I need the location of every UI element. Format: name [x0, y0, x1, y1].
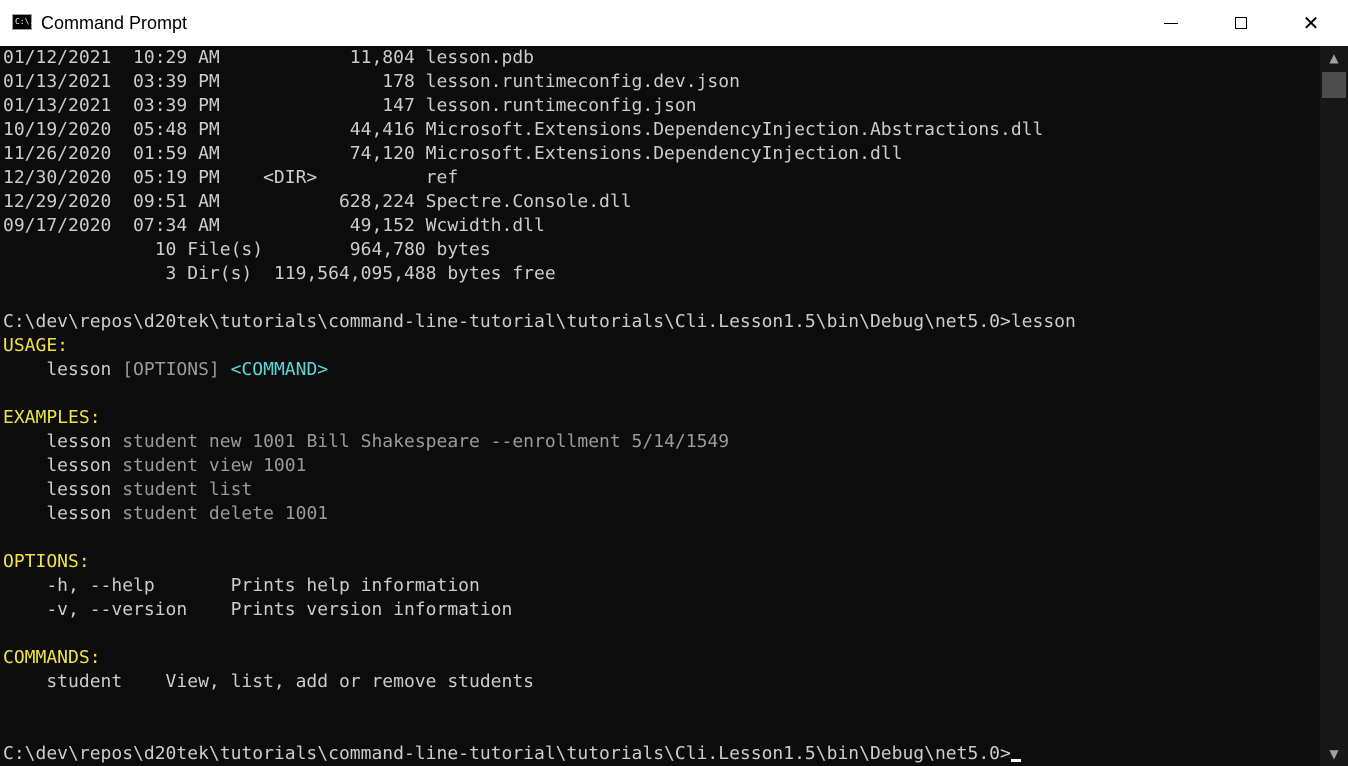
- commands-heading: COMMANDS:: [3, 647, 101, 668]
- example-args: student new 1001 Bill Shakespeare --enro…: [122, 431, 730, 452]
- close-icon: ✕: [1302, 11, 1320, 35]
- example-line: lesson student list: [3, 478, 252, 502]
- example-line: lesson student view 1001: [3, 454, 306, 478]
- dir-line: 01/13/2021 03:39 PM 178 lesson.runtimeco…: [3, 71, 740, 92]
- example-cmd: lesson: [3, 479, 123, 500]
- final-prompt-line[interactable]: C:\dev\repos\d20tek\tutorials\command-li…: [3, 742, 1021, 766]
- dir-summary-dirs: 3 Dir(s) 119,564,095,488 bytes free: [3, 263, 556, 284]
- dir-line: 01/13/2021 03:39 PM 147 lesson.runtimeco…: [3, 95, 697, 116]
- text-cursor: [1010, 759, 1021, 762]
- console-output[interactable]: 01/12/2021 10:29 AM 11,804 lesson.pdb 01…: [0, 46, 1320, 766]
- usage-options: [OPTIONS]: [122, 359, 231, 380]
- example-args: student list: [122, 479, 253, 500]
- dir-line: 09/17/2020 07:34 AM 49,152 Wcwidth.dll: [3, 215, 545, 236]
- close-button[interactable]: ✕: [1276, 0, 1346, 46]
- command-prompt-icon[interactable]: C:\.: [12, 14, 34, 30]
- minimize-button[interactable]: [1136, 0, 1206, 46]
- examples-heading: EXAMPLES:: [3, 407, 101, 428]
- dir-line: 01/12/2021 10:29 AM 11,804 lesson.pdb: [3, 47, 535, 68]
- prompt-command-line: C:\dev\repos\d20tek\tutorials\command-li…: [3, 311, 1076, 332]
- usage-cmd: lesson: [3, 359, 123, 380]
- dir-line: 11/26/2020 01:59 AM 74,120 Microsoft.Ext…: [3, 143, 903, 164]
- option-line: -h, --help Prints help information: [3, 575, 480, 596]
- scroll-down-arrow-icon[interactable]: ▼: [1320, 742, 1348, 766]
- scroll-up-arrow-icon[interactable]: ▲: [1320, 46, 1348, 70]
- example-cmd: lesson: [3, 503, 123, 524]
- final-prompt: C:\dev\repos\d20tek\tutorials\command-li…: [3, 743, 1011, 764]
- example-line: lesson student delete 1001: [3, 502, 328, 526]
- maximize-icon: [1235, 17, 1247, 29]
- options-heading: OPTIONS:: [3, 551, 90, 572]
- command-line: student View, list, add or remove studen…: [3, 671, 535, 692]
- dir-line: 12/30/2020 05:19 PM <DIR> ref: [3, 167, 459, 188]
- title-bar[interactable]: C:\. Command Prompt ✕: [0, 0, 1348, 46]
- option-line: -v, --version Prints version information: [3, 599, 513, 620]
- dir-line: 12/29/2020 09:51 AM 628,224 Spectre.Cons…: [3, 191, 632, 212]
- example-cmd: lesson: [3, 455, 123, 476]
- window-title: Command Prompt: [41, 13, 188, 33]
- usage-line: lesson [OPTIONS] <COMMAND>: [3, 358, 328, 382]
- vertical-scrollbar[interactable]: ▲ ▼: [1320, 46, 1348, 766]
- command-prompt-window: C:\. Command Prompt ✕ 01/12/2021 10:29 A…: [0, 0, 1348, 766]
- usage-heading: USAGE:: [3, 335, 69, 356]
- dir-line: 10/19/2020 05:48 PM 44,416 Microsoft.Ext…: [3, 119, 1044, 140]
- usage-command: <COMMAND>: [230, 359, 329, 380]
- minimize-icon: [1164, 22, 1178, 24]
- example-cmd: lesson: [3, 431, 123, 452]
- dir-summary-files: 10 File(s) 964,780 bytes: [3, 239, 491, 260]
- maximize-button[interactable]: [1206, 0, 1276, 46]
- example-args: student delete 1001: [122, 503, 329, 524]
- example-line: lesson student new 1001 Bill Shakespeare…: [3, 430, 729, 454]
- scrollbar-thumb[interactable]: [1322, 72, 1346, 98]
- example-args: student view 1001: [122, 455, 307, 476]
